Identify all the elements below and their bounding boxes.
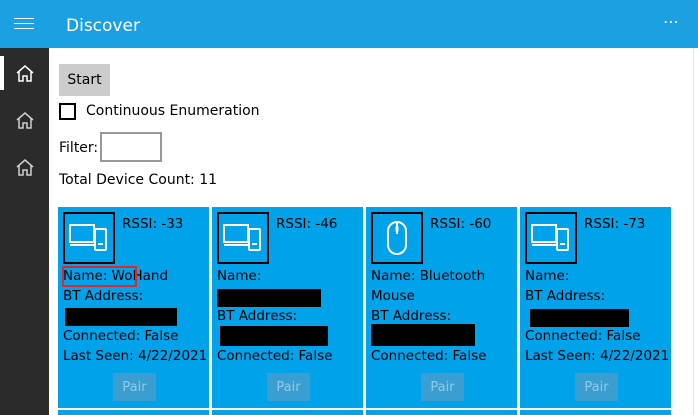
- bt-address-label: BT Address:: [63, 288, 144, 304]
- home-icon: [16, 111, 33, 129]
- sidebar-item-home-1[interactable]: [0, 50, 49, 96]
- device-card[interactable]: RSSI: -46 Name: BT Address: Connected: F…: [212, 207, 363, 408]
- redaction-bar: [371, 324, 475, 346]
- connected-status: Connected: False: [525, 328, 641, 344]
- rssi-value: RSSI: -33: [122, 216, 184, 232]
- mouse-icon: [371, 212, 423, 264]
- connected-status: Connected: False: [63, 328, 179, 344]
- pair-button[interactable]: Pair: [267, 373, 310, 401]
- device-name: Name: Bluetooth: [371, 268, 486, 284]
- rssi-value: RSSI: -73: [584, 216, 646, 232]
- device-card-next-row: [366, 410, 517, 415]
- redaction-bar: [220, 326, 328, 346]
- rssi-value: RSSI: -46: [276, 216, 338, 232]
- device-count: Total Device Count: 11: [59, 172, 218, 188]
- continuous-enumeration-checkbox[interactable]: [59, 102, 76, 120]
- sidebar-item-home-3[interactable]: [0, 144, 49, 190]
- device-name: Name:: [525, 268, 570, 284]
- connected-status: Connected: False: [217, 348, 333, 364]
- connected-status: Connected: False: [371, 348, 487, 364]
- bt-address-label: BT Address:: [371, 308, 452, 324]
- pair-button[interactable]: Pair: [575, 373, 618, 401]
- device-card-next-row: [212, 410, 363, 415]
- device-card[interactable]: RSSI: -60 Name: Bluetooth Mouse BT Addre…: [366, 207, 517, 408]
- page-title: Discover: [66, 16, 140, 36]
- device-name-continued: Mouse: [371, 288, 415, 304]
- highlight-box: [62, 266, 137, 287]
- last-seen: Last Seen: 4/22/2021: [525, 348, 670, 364]
- device-card[interactable]: RSSI: -73 Name: BT Address: Connected: F…: [520, 207, 671, 408]
- redaction-bar: [217, 289, 321, 307]
- last-seen: Last Seen: 4/22/2021: [63, 348, 208, 364]
- device-icon: [217, 212, 269, 264]
- rssi-value: RSSI: -60: [430, 216, 492, 232]
- device-name: Name:: [217, 268, 262, 284]
- start-button[interactable]: Start: [59, 64, 110, 96]
- scrollbar-track[interactable]: [693, 48, 694, 415]
- bt-address-label: BT Address:: [217, 308, 298, 324]
- home-icon: [16, 64, 33, 82]
- more-options-icon[interactable]: ⋯: [663, 12, 680, 31]
- redaction-bar: [65, 308, 177, 326]
- filter-label: Filter:: [59, 140, 99, 156]
- hamburger-icon[interactable]: [14, 18, 34, 30]
- pair-button[interactable]: Pair: [113, 373, 156, 401]
- device-icon: [63, 212, 115, 264]
- device-card-next-row: [520, 410, 671, 415]
- continuous-enumeration-row[interactable]: Continuous Enumeration: [59, 101, 260, 121]
- title-bar: Discover ⋯: [0, 0, 698, 48]
- device-card[interactable]: RSSI: -33 Name: WoHand BT Address: Conne…: [58, 207, 209, 408]
- pair-button[interactable]: Pair: [421, 373, 464, 401]
- sidebar-item-home-2[interactable]: [0, 97, 49, 143]
- bt-address-label: BT Address:: [525, 288, 606, 304]
- sidebar: [0, 48, 49, 415]
- device-icon: [525, 212, 577, 264]
- home-icon: [16, 158, 33, 176]
- continuous-enumeration-label: Continuous Enumeration: [86, 103, 260, 119]
- redaction-bar: [530, 309, 629, 327]
- filter-input[interactable]: [100, 132, 162, 162]
- device-card-next-row: [58, 410, 209, 415]
